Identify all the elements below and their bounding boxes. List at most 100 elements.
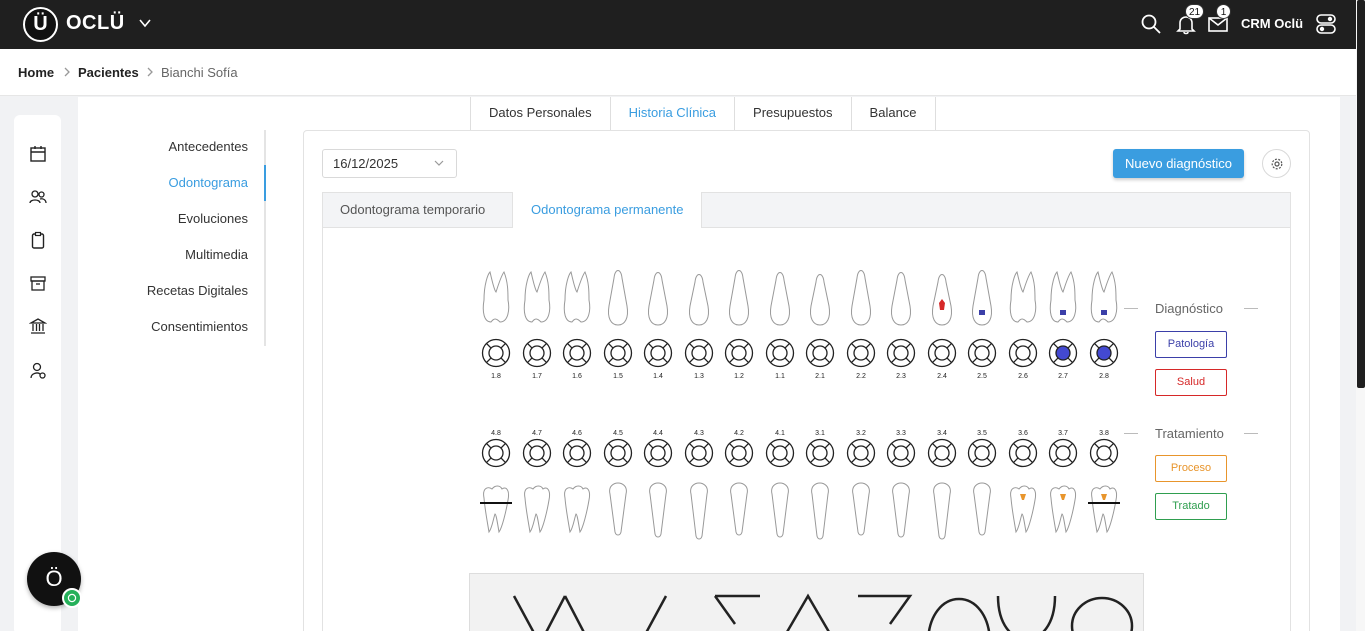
- side-nav-consentimientos[interactable]: Consentimientos: [151, 319, 248, 334]
- tooth-1-7[interactable]: [522, 338, 552, 368]
- legend-patologia-button[interactable]: Patología: [1155, 331, 1227, 358]
- breadcrumb-home[interactable]: Home: [18, 65, 54, 80]
- archive-icon[interactable]: [29, 274, 47, 292]
- logo[interactable]: Ü: [23, 7, 58, 42]
- chevron-down-icon[interactable]: [138, 16, 152, 30]
- tooth-crown-lower[interactable]: [649, 482, 667, 538]
- new-diagnosis-button[interactable]: Nuevo diagnóstico: [1113, 149, 1244, 178]
- tooth-2-7[interactable]: [1048, 338, 1078, 368]
- tooth-crown-upper[interactable]: [1009, 270, 1037, 323]
- tooth-3-4[interactable]: [927, 438, 957, 468]
- tooth-crown-upper[interactable]: [689, 274, 709, 326]
- tooth-2-1[interactable]: [805, 338, 835, 368]
- tooth-1-6[interactable]: [562, 338, 592, 368]
- tooth-crown-lower[interactable]: [852, 482, 870, 536]
- tab-balance[interactable]: Balance: [850, 97, 936, 131]
- tooth-number: 3.6: [1018, 430, 1028, 437]
- tooth-4-6[interactable]: [562, 438, 592, 468]
- tooth-1-4[interactable]: [643, 338, 673, 368]
- tab-historia-cl-nica[interactable]: Historia Clínica: [609, 97, 736, 131]
- tooth-1-5[interactable]: [603, 338, 633, 368]
- chevron-down-icon[interactable]: [433, 158, 445, 168]
- tooth-4-8[interactable]: [481, 438, 511, 468]
- tooth-crown-upper[interactable]: [482, 270, 510, 323]
- tooth-crown-upper[interactable]: [523, 270, 551, 323]
- tooth-crown-lower[interactable]: [730, 482, 748, 536]
- legend-tratado-button[interactable]: Tratado: [1155, 493, 1227, 520]
- tooth-2-5[interactable]: [967, 338, 997, 368]
- calendar-icon[interactable]: [29, 145, 47, 163]
- tooth-crown-lower[interactable]: [933, 482, 951, 540]
- tooth-crown-lower[interactable]: [609, 482, 627, 536]
- tooth-crown-lower[interactable]: [1091, 485, 1117, 534]
- tooth-4-5[interactable]: [603, 438, 633, 468]
- tooth-4-1[interactable]: [765, 438, 795, 468]
- side-nav-recetas-digitales[interactable]: Recetas Digitales: [147, 283, 248, 298]
- tooth-1-8[interactable]: [481, 338, 511, 368]
- tooth-2-8[interactable]: [1089, 338, 1119, 368]
- odonto-tab-temporario[interactable]: Odontograma temporario: [322, 192, 503, 228]
- tooth-3-3[interactable]: [886, 438, 916, 468]
- tooth-3-7[interactable]: [1048, 438, 1078, 468]
- tooth-crown-lower[interactable]: [483, 485, 509, 534]
- whatsapp-icon[interactable]: [62, 588, 82, 608]
- tooth-crown-lower[interactable]: [811, 482, 829, 540]
- tooth-crown-upper[interactable]: [563, 270, 591, 323]
- tooth-crown-lower[interactable]: [690, 482, 708, 540]
- tooth-crown-lower[interactable]: [524, 485, 550, 534]
- tooth-crown-upper[interactable]: [851, 270, 871, 326]
- clipboard-icon[interactable]: [29, 231, 47, 249]
- tooth-crown-upper[interactable]: [729, 270, 749, 326]
- side-nav-multimedia[interactable]: Multimedia: [185, 247, 248, 262]
- tooth-1-3[interactable]: [684, 338, 714, 368]
- tooth-4-2[interactable]: [724, 438, 754, 468]
- settings-button[interactable]: [1262, 149, 1291, 178]
- bank-icon[interactable]: [29, 317, 47, 335]
- tooth-crown-upper[interactable]: [770, 272, 790, 326]
- tooth-crown-lower[interactable]: [1050, 485, 1076, 534]
- tooth-3-6[interactable]: [1008, 438, 1038, 468]
- legend-proceso-button[interactable]: Proceso: [1155, 455, 1227, 482]
- tooth-3-8[interactable]: [1089, 438, 1119, 468]
- tooth-crown-upper[interactable]: [810, 274, 830, 326]
- tooth-4-4[interactable]: [643, 438, 673, 468]
- tooth-2-4[interactable]: [927, 338, 957, 368]
- tab-datos-personales[interactable]: Datos Personales: [470, 97, 611, 131]
- tooth-1-1[interactable]: [765, 338, 795, 368]
- tooth-crown-upper[interactable]: [648, 272, 668, 326]
- tooth-3-5[interactable]: [967, 438, 997, 468]
- tooth-crown-lower[interactable]: [771, 482, 789, 538]
- tooth-crown-lower[interactable]: [973, 482, 991, 536]
- toggle-settings-icon[interactable]: [1315, 13, 1337, 35]
- tooth-2-3[interactable]: [886, 338, 916, 368]
- users-icon[interactable]: [29, 188, 47, 206]
- legend-dash: [1244, 433, 1258, 434]
- side-nav-antecedentes[interactable]: Antecedentes: [168, 139, 248, 154]
- tooth-crown-upper[interactable]: [972, 270, 992, 326]
- user-settings-icon[interactable]: [29, 362, 47, 380]
- scrollbar-thumb[interactable]: [1357, 0, 1365, 388]
- odonto-tab-permanente[interactable]: Odontograma permanente: [512, 192, 703, 228]
- tooth-4-7[interactable]: [522, 438, 552, 468]
- tooth-4-3[interactable]: [684, 438, 714, 468]
- tooth-2-2[interactable]: [846, 338, 876, 368]
- tooth-1-2[interactable]: [724, 338, 754, 368]
- tab-presupuestos[interactable]: Presupuestos: [734, 97, 852, 131]
- legend-salud-button[interactable]: Salud: [1155, 369, 1227, 396]
- tooth-crown-upper[interactable]: [608, 270, 628, 326]
- patologia-marker: [1101, 310, 1107, 315]
- tooth-3-1[interactable]: [805, 438, 835, 468]
- search-icon[interactable]: [1140, 13, 1162, 35]
- brand-name[interactable]: OCLÜ: [66, 12, 125, 35]
- symbol-arch-shape: [927, 597, 991, 631]
- side-nav-odontograma[interactable]: Odontograma: [169, 175, 249, 190]
- crm-user-label[interactable]: CRM Oclü: [1241, 16, 1303, 31]
- breadcrumb-pacientes[interactable]: Pacientes: [78, 65, 139, 80]
- tooth-crown-lower[interactable]: [564, 485, 590, 534]
- tooth-crown-upper[interactable]: [891, 272, 911, 326]
- tooth-crown-lower[interactable]: [892, 482, 910, 538]
- side-nav-evoluciones[interactable]: Evoluciones: [178, 211, 248, 226]
- tooth-3-2[interactable]: [846, 438, 876, 468]
- tooth-2-6[interactable]: [1008, 338, 1038, 368]
- tooth-crown-lower[interactable]: [1010, 485, 1036, 534]
